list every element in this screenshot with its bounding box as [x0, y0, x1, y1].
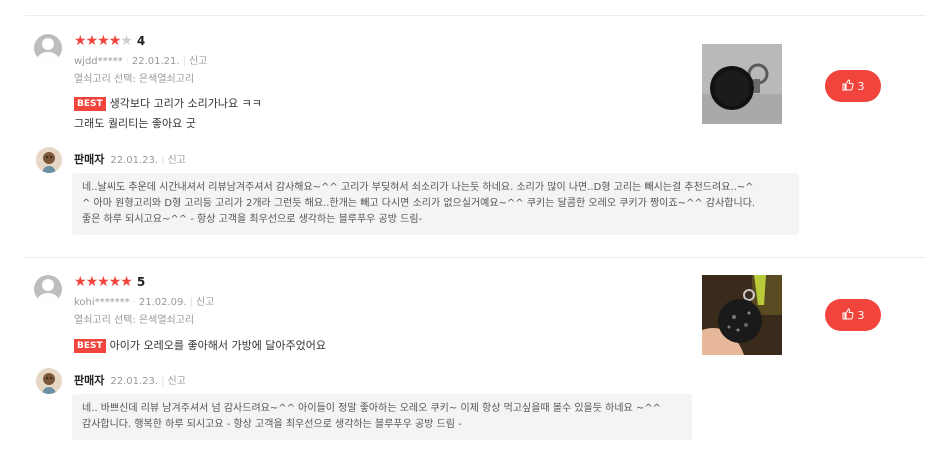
star-icon: ★ [74, 274, 87, 290]
review-photo[interactable] [702, 44, 782, 124]
user-avatar-icon [34, 275, 62, 303]
star-icon: ★ [97, 33, 110, 49]
review-divider [25, 257, 926, 258]
like-count: 3 [857, 79, 865, 93]
review-date: 21.02.09. [138, 297, 187, 308]
best-badge: BEST [74, 339, 106, 353]
seller-header: 판매자 22.01.23. | 신고 [74, 374, 186, 387]
review-photo[interactable] [702, 275, 782, 355]
seller-reply-date: 22.01.23. [110, 376, 159, 387]
seller-name: 판매자 [74, 374, 105, 387]
like-button[interactable]: 3 [825, 299, 881, 331]
star-icon: ★ [85, 33, 99, 49]
seller-avatar-icon [36, 368, 62, 394]
rating-score: 5 [136, 275, 146, 289]
like-count: 3 [857, 308, 865, 322]
option-info: 열쇠고리 선택: 은색열쇠고리 [74, 315, 195, 326]
review-item: ★ ★ ★ ★ ★ 5 kohi******* · 21.02.09. | 신고 열쇠고리 선택… [34, 275, 924, 445]
report-link[interactable]: 신고 [167, 376, 185, 387]
thumbs-up-icon [842, 78, 854, 94]
like-button[interactable]: 3 [825, 70, 881, 102]
review-item: ★ ★ ★ ★ ★ 4 wjdd***** · 22.01.21. | 신고 열쇠고리 선택: … [34, 34, 924, 244]
option-info: 열쇠고리 선택: 은색열쇠고리 [74, 74, 195, 85]
reply-box: 네..날씨도 추운데 시간내셔서 리뷰남겨주셔서 감사해요~^^ 고리가 부딪혀… [72, 173, 799, 235]
report-link[interactable]: 신고 [189, 56, 207, 67]
star-icon: ★ [120, 274, 133, 290]
review-meta: wjdd***** · 22.01.21. | 신고 [74, 56, 208, 67]
star-icon: ★ [85, 274, 99, 290]
best-badge: BEST [74, 97, 106, 111]
star-icon: ★ [120, 33, 133, 49]
rating-score: 4 [136, 34, 146, 48]
rating: ★ ★ ★ ★ ★ 4 [74, 34, 145, 48]
star-icon: ★ [97, 274, 110, 290]
user-avatar-icon [34, 34, 62, 62]
thumbs-up-icon [842, 307, 854, 323]
star-icon: ★ [74, 33, 87, 49]
review-text: BEST 생각보다 고리가 소리가나요 ㅋㅋ 그래도 퀄리티는 좋아요 굿 [74, 97, 262, 130]
report-link[interactable]: 신고 [167, 155, 185, 166]
seller-avatar-icon [36, 147, 62, 173]
star-icon: ★ [108, 274, 122, 290]
review-text: BEST 아이가 오레오를 좋아해서 가방에 달아주었어요 [74, 336, 326, 356]
star-icon: ★ [108, 33, 122, 49]
seller-reply-date: 22.01.23. [110, 155, 159, 166]
review-meta: kohi******* · 21.02.09. | 신고 [74, 297, 215, 308]
reviewer-id: kohi******* [74, 297, 130, 308]
review-date: 22.01.21. [131, 56, 180, 67]
reviewer-id: wjdd***** [74, 56, 123, 67]
report-link[interactable]: 신고 [196, 297, 214, 308]
rating: ★ ★ ★ ★ ★ 5 [74, 275, 145, 289]
seller-name: 판매자 [74, 153, 105, 166]
star-rating: ★ ★ ★ ★ ★ [74, 33, 133, 49]
top-divider [25, 15, 926, 16]
reply-box: 네.. 바쁘신데 리뷰 남겨주셔서 넘 감사드려요~^^ 아이들이 정말 좋아하… [72, 394, 692, 440]
seller-header: 판매자 22.01.23. | 신고 [74, 153, 186, 166]
star-rating: ★ ★ ★ ★ ★ [74, 274, 133, 290]
